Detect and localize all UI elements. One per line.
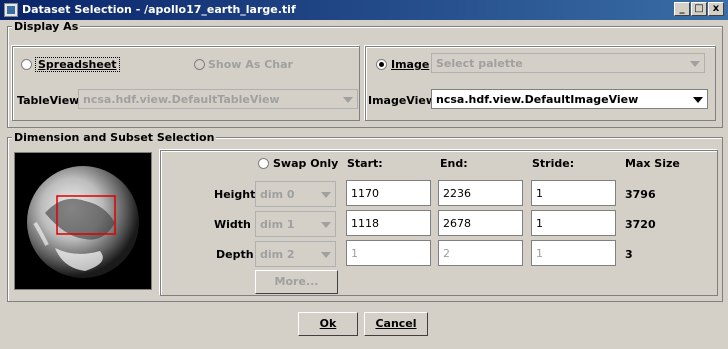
spreadsheet-label[interactable]: Spreadsheet [35, 57, 120, 72]
ok-label: Ok [319, 317, 337, 330]
depth-dim-value: dim 2 [260, 248, 295, 261]
depth-dim-select[interactable]: dim 2 [255, 241, 336, 267]
chevron-down-icon [690, 61, 700, 67]
width-dim-select[interactable]: dim 1 [255, 211, 336, 237]
image-radio[interactable] [376, 59, 387, 70]
chevron-down-icon [321, 222, 331, 228]
max-size-header: Max Size [625, 157, 680, 170]
height-stride-field[interactable]: 1 [531, 180, 616, 206]
image-label[interactable]: Image [391, 58, 429, 71]
close-button[interactable]: x [708, 2, 724, 16]
width-label: Width [214, 218, 251, 231]
height-start-value: 1170 [351, 187, 379, 200]
cancel-button[interactable]: Cancel [364, 312, 428, 336]
palette-select[interactable]: Select palette [431, 53, 705, 73]
subset-legend: Dimension and Subset Selection [12, 131, 217, 144]
chevron-down-icon [321, 252, 331, 258]
cancel-label: Cancel [375, 317, 417, 330]
depth-stride-field[interactable]: 1 [531, 240, 616, 266]
width-dim-value: dim 1 [260, 218, 295, 231]
width-max-size: 3720 [625, 218, 656, 231]
palette-value: Select palette [436, 57, 523, 70]
width-start-field[interactable]: 1118 [346, 210, 431, 236]
depth-max-size: 3 [625, 248, 633, 261]
more-button[interactable]: More... [255, 270, 338, 294]
show-as-char-label: Show As Char [208, 58, 293, 71]
stride-header: Stride: [532, 157, 575, 170]
imageview-select[interactable]: ncsa.hdf.view.DefaultImageView [431, 89, 708, 109]
chevron-down-icon [693, 97, 703, 103]
spreadsheet-radio[interactable] [21, 59, 32, 70]
depth-stride-value: 1 [536, 247, 543, 260]
width-start-value: 1118 [351, 217, 379, 230]
tableview-value: ncsa.hdf.view.DefaultTableView [83, 93, 280, 106]
display-as-legend: Display As [12, 20, 81, 33]
imageview-value: ncsa.hdf.view.DefaultImageView [436, 93, 639, 106]
height-max-size: 3796 [625, 188, 656, 201]
width-end-field[interactable]: 2678 [438, 210, 523, 236]
depth-end-field[interactable]: 2 [438, 240, 523, 266]
swap-only-radio[interactable] [258, 158, 269, 169]
image-preview[interactable] [14, 152, 152, 290]
tableview-select[interactable]: ncsa.hdf.view.DefaultTableView [78, 89, 358, 109]
earth-preview-image [27, 166, 139, 278]
depth-end-value: 2 [443, 247, 450, 260]
window-title: Dataset Selection - /apollo17_earth_larg… [22, 3, 296, 16]
chevron-down-icon [343, 97, 353, 103]
swap-only-label: Swap Only [273, 157, 339, 170]
depth-start-field[interactable]: 1 [346, 240, 431, 266]
height-label: Height [214, 188, 256, 201]
ok-button[interactable]: Ok [298, 312, 358, 336]
depth-label: Depth [216, 248, 254, 261]
height-end-field[interactable]: 2236 [438, 180, 523, 206]
height-start-field[interactable]: 1170 [346, 180, 431, 206]
tableview-label: TableView: [17, 94, 84, 107]
height-dim-select[interactable]: dim 0 [255, 181, 336, 207]
width-end-value: 2678 [443, 217, 471, 230]
width-stride-field[interactable]: 1 [531, 210, 616, 236]
depth-start-value: 1 [351, 247, 358, 260]
show-as-char-radio[interactable] [194, 59, 205, 70]
height-end-value: 2236 [443, 187, 471, 200]
minimize-button[interactable]: _ [674, 2, 690, 16]
chevron-down-icon [321, 192, 331, 198]
app-icon [4, 3, 18, 17]
height-stride-value: 1 [536, 187, 543, 200]
imageview-label: ImageView: [368, 94, 441, 107]
maximize-button[interactable]: □ [691, 2, 707, 16]
width-stride-value: 1 [536, 217, 543, 230]
title-bar: Dataset Selection - /apollo17_earth_larg… [0, 0, 728, 20]
start-header: Start: [347, 157, 383, 170]
height-dim-value: dim 0 [260, 188, 295, 201]
end-header: End: [440, 157, 468, 170]
